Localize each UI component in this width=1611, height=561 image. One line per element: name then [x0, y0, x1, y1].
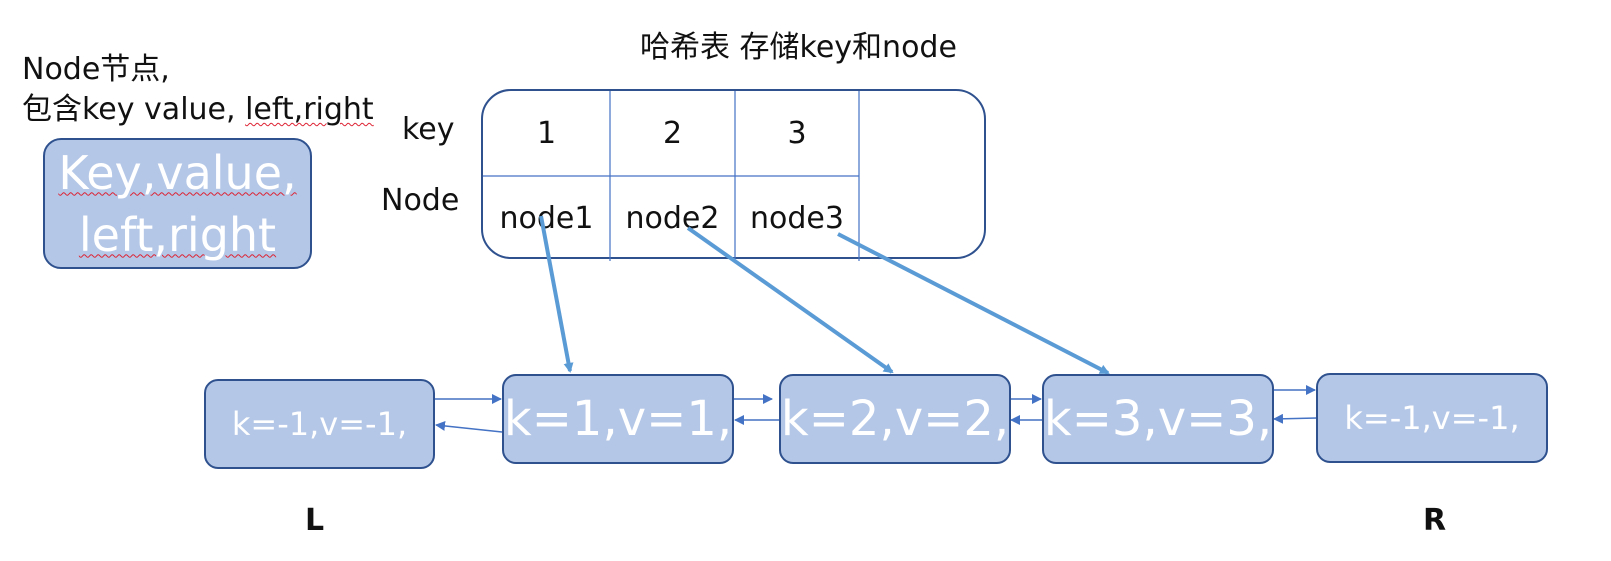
pointer-arrow-node2	[686, 226, 894, 374]
list-node-2: k=2,v=2,	[779, 374, 1011, 464]
tail-label: R	[1423, 503, 1447, 538]
head-sentinel-node: k=-1,v=-1,	[204, 379, 435, 469]
pointer-arrow-node1	[539, 215, 574, 373]
prev-arrow	[1273, 413, 1318, 424]
pointer-arrow-node3	[837, 232, 1110, 375]
list-node-3: k=3,v=3,	[1042, 374, 1274, 464]
arrows-layer	[435, 215, 1318, 433]
tail-sentinel-node: k=-1,v=-1,	[1316, 373, 1548, 463]
head-label: L	[305, 503, 325, 538]
prev-arrow	[435, 420, 503, 433]
list-node-1: k=1,v=1,	[502, 374, 734, 464]
